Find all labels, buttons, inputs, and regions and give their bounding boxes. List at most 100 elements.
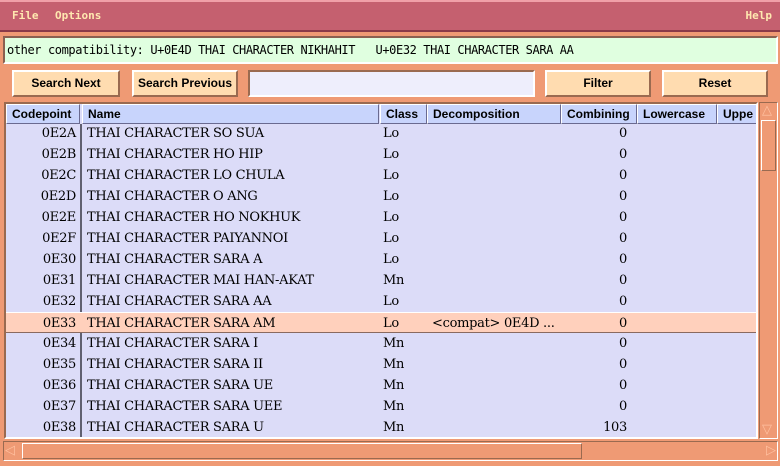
cell-name: THAI CHARACTER SARA U	[87, 420, 264, 435]
cell-class: Mn	[383, 336, 405, 351]
cell-codepoint: 0E31	[42, 273, 76, 288]
cell-codepoint: 0E37	[42, 399, 76, 414]
info-bar: other compatibility: U+0E4D THAI CHARACT…	[3, 36, 778, 64]
cell-class: Lo	[383, 231, 399, 246]
cell-name: THAI CHARACTER MAI HAN-AKAT	[87, 273, 314, 288]
cell-name: THAI CHARACTER SARA AA	[87, 294, 272, 309]
search-previous-button[interactable]: Search Previous	[132, 70, 238, 97]
cell-combining: 0	[619, 357, 627, 372]
search-input[interactable]	[248, 70, 535, 97]
cell-name: THAI CHARACTER SARA I	[87, 336, 258, 351]
cell-name: THAI CHARACTER HO NOKHUK	[87, 210, 301, 225]
cell-class: Mn	[383, 357, 405, 372]
cell-name: THAI CHARACTER SARA UEE	[87, 399, 283, 414]
column-header-codepoint[interactable]: Codepoint	[6, 104, 80, 124]
column-header-class[interactable]: Class	[380, 104, 427, 124]
column-header-combining[interactable]: Combining	[561, 104, 637, 124]
cell-class: Mn	[383, 399, 405, 414]
cell-codepoint: 0E30	[42, 252, 76, 267]
cell-name: THAI CHARACTER PAIYANNOI	[87, 231, 288, 246]
table-row[interactable]: 0E32 THAI CHARACTER SARA AA Lo 0	[6, 291, 756, 312]
table-row[interactable]: 0E31 THAI CHARACTER MAI HAN-AKAT Mn 0	[6, 270, 756, 291]
cell-combining: 0	[619, 147, 627, 162]
cell-class: Lo	[383, 210, 399, 225]
vertical-scrollbar[interactable]: △ ▽	[759, 102, 778, 439]
cell-class: Lo	[383, 316, 399, 331]
menubar: File Options Help	[0, 0, 780, 32]
cell-name: THAI CHARACTER SARA UE	[87, 378, 273, 393]
scroll-up-icon[interactable]: △	[762, 103, 772, 119]
table-row[interactable]: 0E2E THAI CHARACTER HO NOKHUK Lo 0	[6, 207, 756, 228]
scroll-right-icon[interactable]: ▷	[766, 443, 776, 459]
table-row[interactable]: 0E2A THAI CHARACTER SO SUA Lo 0	[6, 123, 756, 144]
cell-codepoint: 0E32	[42, 294, 76, 309]
cell-class: Lo	[383, 189, 399, 204]
table-row[interactable]: 0E36 THAI CHARACTER SARA UE Mn 0	[6, 375, 756, 396]
column-header-name[interactable]: Name	[82, 104, 379, 124]
cell-name: THAI CHARACTER HO HIP	[87, 147, 263, 162]
cell-class: Mn	[383, 378, 405, 393]
cell-combining: 0	[619, 294, 627, 309]
cell-combining: 0	[619, 252, 627, 267]
menu-file[interactable]: File	[12, 9, 39, 22]
reset-button[interactable]: Reset	[662, 70, 768, 97]
table-row[interactable]: 0E2B THAI CHARACTER HO HIP Lo 0	[6, 144, 756, 165]
table-row[interactable]: 0E35 THAI CHARACTER SARA II Mn 0	[6, 354, 756, 375]
table-row[interactable]: 0E2D THAI CHARACTER O ANG Lo 0	[6, 186, 756, 207]
cell-codepoint: 0E2D	[40, 189, 77, 204]
cell-combining: 0	[619, 336, 627, 351]
menu-options[interactable]: Options	[55, 9, 101, 22]
cell-combining: 0	[619, 399, 627, 414]
menu-help[interactable]: Help	[746, 9, 773, 22]
search-next-button[interactable]: Search Next	[12, 70, 120, 97]
horizontal-scroll-thumb[interactable]	[22, 443, 582, 459]
filter-button[interactable]: Filter	[545, 70, 651, 97]
cell-class: Mn	[383, 420, 405, 435]
cell-combining: 0	[619, 189, 627, 204]
cell-name: THAI CHARACTER SARA AM	[87, 316, 276, 331]
cell-combining: 0	[619, 210, 627, 225]
cell-class: Mn	[383, 273, 405, 288]
cell-codepoint: 0E2A	[41, 126, 77, 141]
cell-codepoint: 0E36	[42, 378, 76, 393]
cell-class: Lo	[383, 168, 399, 183]
horizontal-scrollbar[interactable]: ◁ ▷	[3, 441, 778, 461]
character-table: Codepoint Name Class Decomposition Combining…	[4, 102, 758, 439]
cell-codepoint: 0E34	[42, 336, 76, 351]
cell-combining: 0	[619, 231, 627, 246]
cell-combining: 103	[603, 420, 627, 435]
cell-codepoint: 0E2E	[41, 210, 77, 225]
cell-class: Lo	[383, 147, 399, 162]
cell-codepoint: 0E2F	[42, 231, 76, 246]
cell-class: Lo	[383, 126, 399, 141]
table-row[interactable]: 0E30 THAI CHARACTER SARA A Lo 0	[6, 249, 756, 270]
table-row[interactable]: 0E37 THAI CHARACTER SARA UEE Mn 0	[6, 396, 756, 417]
cell-name: THAI CHARACTER LO CHULA	[87, 168, 285, 183]
table-row[interactable]: 0E33 THAI CHARACTER SARA AM Lo <compat> 0E4…	[6, 312, 756, 333]
cell-name: THAI CHARACTER O ANG	[87, 189, 258, 204]
vertical-scroll-thumb[interactable]	[761, 120, 776, 171]
cell-combining: 0	[619, 126, 627, 141]
cell-class: Lo	[383, 252, 399, 267]
cell-class: Lo	[383, 294, 399, 309]
column-header-lowercase[interactable]: Lowercase	[637, 104, 717, 124]
cell-codepoint: 0E35	[42, 357, 76, 372]
table-row[interactable]: 0E38 THAI CHARACTER SARA U Mn 103	[6, 417, 756, 437]
cell-name: THAI CHARACTER SARA II	[87, 357, 263, 372]
cell-combining: 0	[619, 273, 627, 288]
scroll-down-icon[interactable]: ▽	[762, 422, 772, 438]
cell-combining: 0	[619, 316, 627, 331]
cell-decomposition: <compat> 0E4D ...	[432, 316, 555, 331]
table-row[interactable]: 0E2C THAI CHARACTER LO CHULA Lo 0	[6, 165, 756, 186]
cell-combining: 0	[619, 168, 627, 183]
cell-name: THAI CHARACTER SO SUA	[87, 126, 264, 141]
scroll-left-icon[interactable]: ◁	[5, 443, 15, 459]
column-header-decomposition[interactable]: Decomposition	[427, 104, 561, 124]
cell-codepoint: 0E2B	[41, 147, 77, 162]
cell-combining: 0	[619, 378, 627, 393]
cell-codepoint: 0E2C	[41, 168, 76, 183]
column-header-uppercase[interactable]: Uppe	[717, 104, 756, 124]
table-row[interactable]: 0E2F THAI CHARACTER PAIYANNOI Lo 0	[6, 228, 756, 249]
cell-codepoint: 0E33	[42, 316, 76, 331]
table-row[interactable]: 0E34 THAI CHARACTER SARA I Mn 0	[6, 333, 756, 354]
